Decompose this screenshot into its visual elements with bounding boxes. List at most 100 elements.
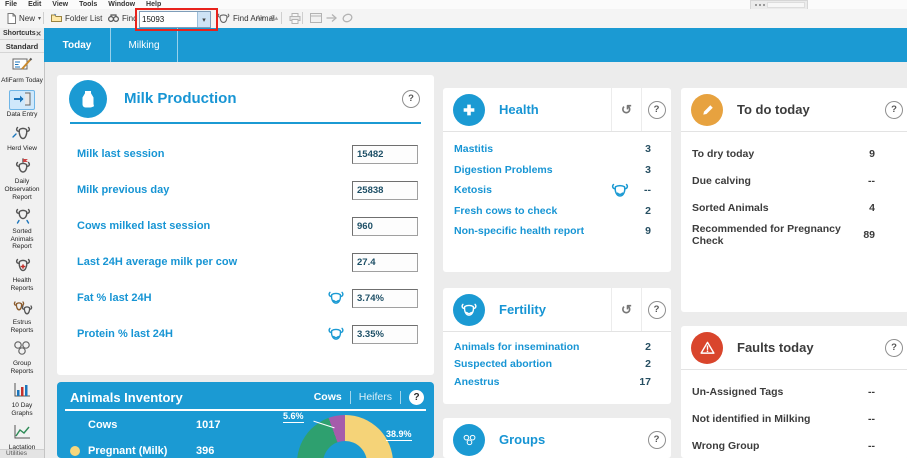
menu-edit[interactable]: Edit: [28, 1, 41, 8]
sidebar-item-daily-observation-report[interactable]: Daily Observation Report: [0, 154, 44, 203]
groups-icon: [453, 424, 485, 456]
metric-row: Milk previous day 25838: [77, 172, 418, 208]
herd-view-icon: [11, 125, 33, 141]
help-icon[interactable]: ?: [885, 101, 903, 119]
panel-title: Health: [499, 102, 611, 117]
faults-panel: Faults today ? Un-Assigned Tags -- Not i…: [681, 326, 907, 458]
menu-file[interactable]: File: [5, 1, 17, 8]
menu-view[interactable]: View: [52, 1, 68, 8]
sidebar-item-label: AfiFarm Today: [1, 77, 43, 85]
card-icon: [310, 13, 322, 23]
cow-icon: [217, 13, 230, 24]
toggle-cows[interactable]: Cows: [306, 391, 350, 403]
report-link-row[interactable]: Mastitis 3: [454, 139, 651, 160]
close-icon[interactable]: ✕: [36, 30, 42, 38]
metric-row: Cows milked last session 960: [77, 208, 418, 244]
shortcuts-header: Shortcuts ✕: [0, 28, 44, 40]
sidebar-item-herd-view[interactable]: Herd View: [0, 121, 44, 155]
fertility-panel: Fertility ↺ ? Animals for insemination 2…: [443, 288, 671, 404]
sidebar-item-label: Sorted Animals Report: [1, 228, 43, 251]
metric-row: Milk last session 15482: [77, 136, 418, 172]
help-icon[interactable]: ?: [885, 339, 903, 357]
fault-row[interactable]: Wrong Group --: [692, 432, 875, 458]
sidebar-item-estrus-reports[interactable]: Estrus Reports: [0, 295, 44, 337]
help-icon[interactable]: ?: [648, 431, 666, 449]
cow-icon: [327, 327, 345, 341]
report-link-row[interactable]: Suspected abortion 2: [454, 356, 651, 374]
report-link-row[interactable]: Digestion Problems 3: [454, 160, 651, 181]
help-icon[interactable]: ?: [648, 101, 666, 119]
find-button[interactable]: Find: [104, 10, 142, 26]
undo-icon[interactable]: ↺: [621, 103, 632, 116]
report-link-row[interactable]: Animals for insemination 2: [454, 338, 651, 356]
new-dropdown-icon: ▾: [38, 15, 41, 22]
sidebar-item-data-entry[interactable]: Data Entry: [0, 87, 44, 121]
attachment-icon: [342, 13, 353, 23]
sidebar-item-label: Health Reports: [1, 277, 43, 293]
shortcuts-sidebar: Shortcuts ✕ Standard AfiFarm Today Data …: [0, 28, 45, 458]
new-button[interactable]: New ▾: [3, 10, 45, 26]
sidebar-footer-utilities[interactable]: Utilities: [0, 449, 44, 458]
menu-window[interactable]: Window: [108, 1, 135, 8]
task-row[interactable]: Recommended for Pregnancy Check 89: [692, 221, 875, 248]
pencil-icon: [691, 94, 723, 126]
sidebar-item-afifarm-today[interactable]: AfiFarm Today: [0, 53, 44, 87]
panel-title: To do today: [737, 102, 885, 117]
report-link-row[interactable]: Anestrus 17: [454, 373, 651, 391]
send-icon: [326, 13, 338, 23]
panel-title: Faults today: [737, 340, 885, 355]
task-row[interactable]: Sorted Animals 4: [692, 194, 875, 221]
printer-icon: [289, 13, 301, 24]
report-link-row[interactable]: Fresh cows to check 2: [454, 201, 651, 222]
metric-value: 960: [352, 217, 418, 236]
sorted-animals-icon: [11, 208, 33, 224]
sidebar-item-label: 10 Day Graphs: [1, 402, 43, 418]
panel-title: Animals Inventory: [70, 390, 306, 405]
help-icon[interactable]: ?: [648, 301, 666, 319]
afifarm-today-icon: [11, 57, 33, 73]
fertility-cow-icon: [453, 294, 485, 326]
toolbar-separator: [43, 12, 44, 24]
metric-row: Fat % last 24H 3.74%: [77, 280, 418, 316]
panel-title: Fertility: [499, 302, 611, 317]
folder-list-button[interactable]: Folder List: [47, 10, 106, 26]
help-icon[interactable]: ?: [402, 90, 420, 108]
fault-row[interactable]: Un-Assigned Tags --: [692, 378, 875, 405]
metric-row: Last 24H average milk per cow 27.4: [77, 244, 418, 280]
font-bigger-icon: A▴: [270, 14, 278, 22]
help-icon[interactable]: ?: [409, 390, 424, 405]
toolbar: New ▾ Folder List Find ▾ Find Animal A▾ …: [0, 9, 907, 29]
sidebar-item-label: Herd View: [1, 145, 43, 153]
shortcuts-group-standard[interactable]: Standard: [0, 40, 44, 53]
metric-value: 25838: [352, 181, 418, 200]
animals-inventory-panel: Animals Inventory Cows Heifers ? Cows 10…: [57, 382, 434, 458]
data-entry-icon: [11, 91, 33, 107]
sidebar-item-10-day-graphs[interactable]: 10 Day Graphs: [0, 378, 44, 420]
toggle-heifers[interactable]: Heifers: [351, 391, 400, 403]
report-link-row[interactable]: Non-specific health report 9: [454, 221, 651, 242]
task-row[interactable]: Due calving --: [692, 167, 875, 194]
undo-icon[interactable]: ↺: [621, 303, 632, 316]
metric-value: 3.35%: [352, 325, 418, 344]
sidebar-item-health-reports[interactable]: Health Reports: [0, 253, 44, 295]
warning-icon: [691, 332, 723, 364]
sidebar-item-label: Data Entry: [1, 111, 43, 119]
metric-row: Protein % last 24H 3.35%: [77, 316, 418, 352]
combo-dropdown-icon[interactable]: ▾: [197, 12, 210, 27]
fault-row[interactable]: Not identified in Milking --: [692, 405, 875, 432]
report-link-row[interactable]: Ketosis --: [454, 180, 651, 201]
chart-label: 38.9%: [386, 429, 412, 441]
task-row[interactable]: To dry today 9: [692, 140, 875, 167]
tab-today[interactable]: Today: [44, 28, 111, 62]
tab-bar: Today Milking: [44, 28, 907, 62]
app-window: File Edit View Tools Window Help New ▾ F…: [0, 0, 907, 458]
menu-tools[interactable]: Tools: [79, 1, 97, 8]
menu-help[interactable]: Help: [146, 1, 161, 8]
search-input[interactable]: [140, 12, 197, 27]
sidebar-item-group-reports[interactable]: Group Reports: [0, 336, 44, 378]
tab-milking[interactable]: Milking: [111, 28, 178, 62]
animal-number-combobox[interactable]: ▾: [139, 11, 211, 28]
divider: [70, 122, 421, 124]
new-page-icon: [7, 13, 16, 24]
sidebar-item-sorted-animals-report[interactable]: Sorted Animals Report: [0, 204, 44, 253]
